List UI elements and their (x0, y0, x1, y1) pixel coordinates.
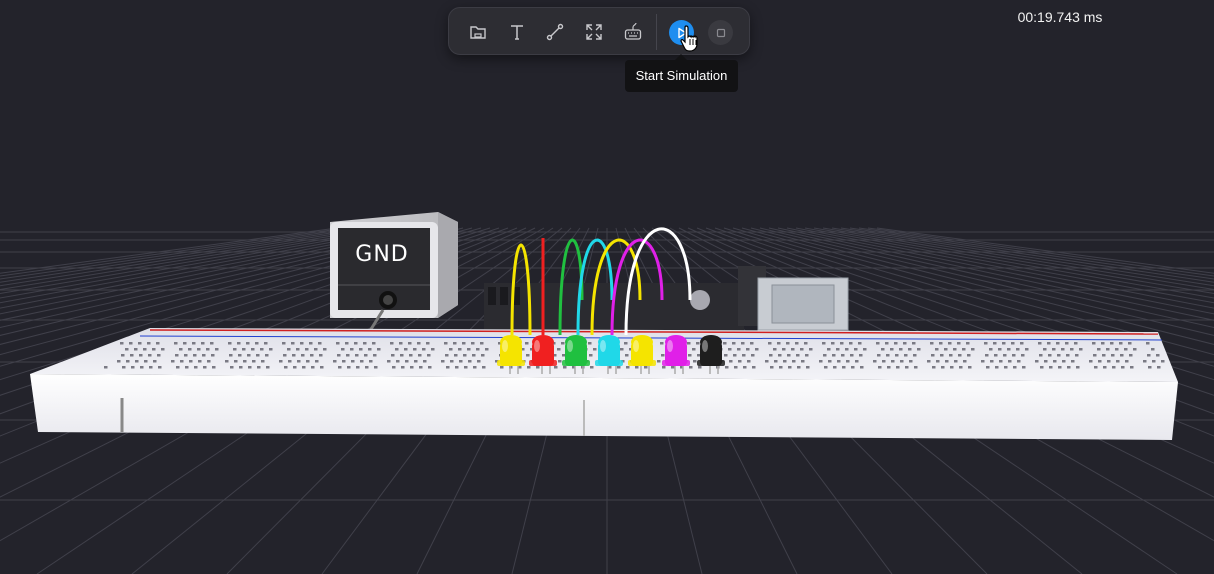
text-icon (511, 25, 523, 40)
simulation-toolbar (448, 7, 750, 55)
add-text-button[interactable] (503, 18, 531, 46)
draw-wire-button[interactable] (541, 18, 569, 46)
fullscreen-button[interactable] (580, 18, 608, 46)
open-folder-button[interactable] (464, 18, 492, 46)
gnd-label: GND (355, 242, 409, 267)
stop-simulation-button[interactable] (708, 20, 733, 45)
wire-icon (546, 23, 564, 41)
gnd-module[interactable] (330, 212, 458, 335)
folder-icon (470, 26, 486, 39)
expand-icon (586, 24, 602, 40)
start-simulation-tooltip: Start Simulation (625, 54, 738, 92)
simulation-canvas[interactable] (0, 0, 1214, 574)
stop-icon (716, 28, 725, 37)
keyboard-button[interactable] (619, 18, 647, 46)
microcontroller-board (484, 266, 849, 333)
simulation-timer: 00:19.743 ms (1017, 9, 1103, 25)
toolbar-divider (656, 14, 657, 50)
hand-pointer-icon (680, 25, 698, 52)
keyboard-icon (624, 22, 642, 40)
